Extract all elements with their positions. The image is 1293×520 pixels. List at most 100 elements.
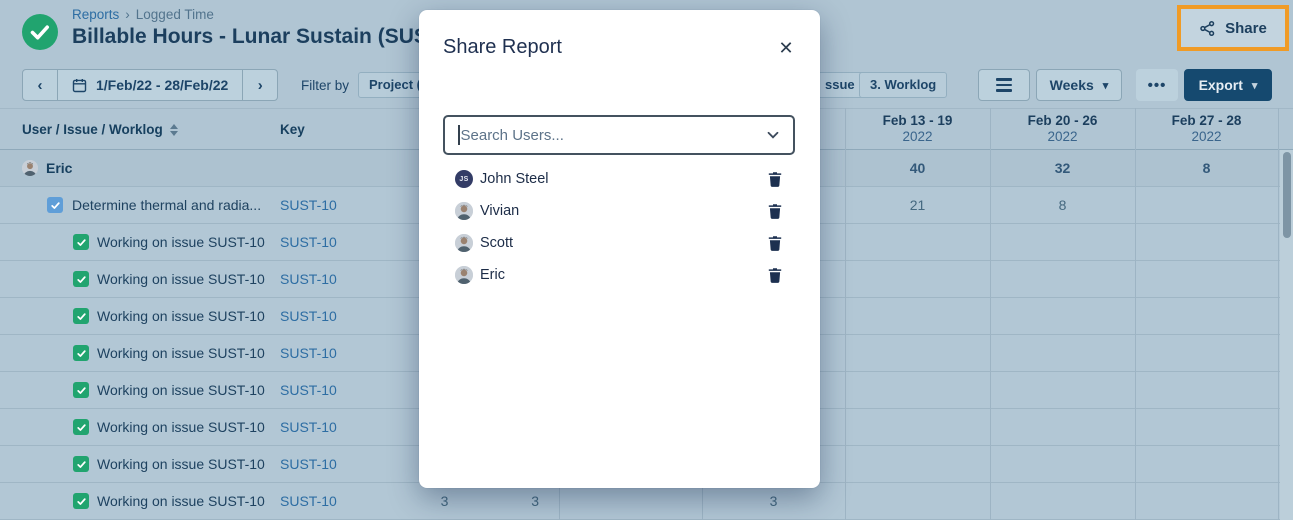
trash-icon[interactable]: [767, 235, 783, 251]
breadcrumb-reports-link[interactable]: Reports: [72, 7, 119, 22]
row-label: Eric: [46, 150, 72, 187]
breadcrumb: Reports › Logged Time: [72, 7, 214, 22]
report-logo-check-circle-icon: [22, 14, 58, 50]
worklog-check-icon: [73, 419, 89, 435]
issue-key-link[interactable]: SUST-10: [280, 409, 337, 446]
hours-cell[interactable]: 32: [990, 150, 1135, 187]
search-users-placeholder: Search Users...: [461, 127, 767, 144]
scrollbar-thumb[interactable]: [1283, 152, 1291, 238]
group-chip-worklog[interactable]: 3. Worklog: [859, 72, 947, 98]
shared-user-row: Eric: [419, 259, 820, 291]
group-chip-issue[interactable]: ssue: [814, 72, 866, 98]
close-icon[interactable]: ✕: [774, 36, 798, 60]
user-initials-avatar: JS: [455, 170, 473, 188]
hours-cell[interactable]: 3: [702, 483, 845, 520]
share-nodes-icon: [1199, 20, 1216, 37]
chevron-down-icon[interactable]: [766, 128, 780, 142]
next-period-button[interactable]: ›: [242, 69, 278, 101]
hours-cell[interactable]: 8: [990, 187, 1135, 224]
issue-key-link[interactable]: SUST-10: [280, 372, 337, 409]
share-button[interactable]: Share: [1181, 9, 1285, 47]
previous-period-button[interactable]: ‹: [22, 69, 58, 101]
user-name: Eric: [480, 267, 505, 283]
issue-key-link[interactable]: SUST-10: [280, 446, 337, 483]
column-header-week: Feb 27 - 282022: [1135, 113, 1278, 144]
row-label: Working on issue SUST-10: [97, 372, 265, 409]
page-title: Billable Hours - Lunar Sustain (SUST: [72, 25, 441, 49]
date-range-button[interactable]: 1/Feb/22 - 28/Feb/22: [57, 69, 243, 101]
user-name: Vivian: [480, 203, 519, 219]
week-year: 2022: [845, 129, 990, 144]
column-header-key: Key: [280, 122, 305, 137]
row-label: Working on issue SUST-10: [97, 224, 265, 261]
user-name: John Steel: [480, 171, 549, 187]
trash-icon[interactable]: [767, 267, 783, 283]
breadcrumb-current: Logged Time: [136, 7, 214, 22]
user-name: Scott: [480, 235, 513, 251]
row-label: Working on issue SUST-10: [97, 335, 265, 372]
hours-cell[interactable]: 3: [420, 483, 469, 520]
share-button-label: Share: [1225, 20, 1267, 37]
worklog-check-icon: [73, 308, 89, 324]
hours-cell[interactable]: 3: [469, 483, 559, 520]
shared-user-row: Vivian: [419, 195, 820, 227]
week-year: 2022: [1135, 129, 1278, 144]
ellipsis-icon: •••: [1148, 77, 1167, 94]
user-photo-avatar: [22, 160, 38, 176]
worklog-check-icon: [73, 271, 89, 287]
issue-key-link[interactable]: SUST-10: [280, 483, 337, 520]
logged-time-report-page: Reports › Logged Time Billable Hours - L…: [0, 0, 1293, 520]
more-options-button[interactable]: •••: [1136, 69, 1178, 101]
share-button-highlight: Share: [1177, 5, 1289, 51]
shared-user-row: JS John Steel: [419, 163, 820, 195]
worklog-check-icon: [73, 382, 89, 398]
row-label: Working on issue SUST-10: [97, 409, 265, 446]
chevron-down-icon: ▾: [1252, 79, 1258, 92]
issue-key-link[interactable]: SUST-10: [280, 261, 337, 298]
grid-line: [990, 108, 991, 520]
text-cursor: [458, 125, 460, 145]
user-photo-avatar: [455, 202, 473, 220]
hamburger-menu-icon: [996, 78, 1012, 91]
user-photo-avatar: [455, 234, 473, 252]
column-header-week: Feb 13 - 192022: [845, 113, 990, 144]
column-header-user-issue-worklog[interactable]: User / Issue / Worklog: [22, 122, 178, 137]
grid-line: [1135, 108, 1136, 520]
filter-by-label: Filter by: [301, 78, 349, 93]
user-photo-avatar: [455, 266, 473, 284]
date-range-control: ‹ 1/Feb/22 - 28/Feb/22 ›: [22, 69, 278, 101]
row-label: Determine thermal and radia...: [72, 187, 261, 224]
hours-cell[interactable]: 8: [1135, 150, 1278, 187]
grid-line: [845, 108, 846, 520]
table-row-worklog[interactable]: Working on issue SUST-10SUST-10333: [0, 483, 1293, 520]
week-range: Feb 27 - 28: [1135, 113, 1278, 128]
issue-type-check-icon: [47, 197, 63, 213]
worklog-check-icon: [73, 456, 89, 472]
hours-cell[interactable]: 21: [845, 187, 990, 224]
search-users-input[interactable]: Search Users...: [443, 115, 795, 155]
row-label: Working on issue SUST-10: [97, 446, 265, 483]
worklog-check-icon: [73, 234, 89, 250]
column-header-label: User / Issue / Worklog: [22, 122, 163, 137]
period-granularity-value: Weeks: [1050, 77, 1094, 93]
issue-key-link[interactable]: SUST-10: [280, 187, 337, 224]
share-report-modal: Share Report ✕ Search Users... JS John St…: [419, 10, 820, 488]
chevron-left-icon: ‹: [38, 77, 43, 94]
issue-key-link[interactable]: SUST-10: [280, 298, 337, 335]
export-button[interactable]: Export ▾: [1184, 69, 1272, 101]
week-year: 2022: [990, 129, 1135, 144]
trash-icon[interactable]: [767, 171, 783, 187]
week-range: Feb 13 - 19: [845, 113, 990, 128]
modal-title: Share Report: [443, 36, 562, 59]
trash-icon[interactable]: [767, 203, 783, 219]
issue-key-link[interactable]: SUST-10: [280, 335, 337, 372]
hours-cell[interactable]: 40: [845, 150, 990, 187]
worklog-check-icon: [73, 493, 89, 509]
row-label: Working on issue SUST-10: [97, 261, 265, 298]
calendar-icon: [72, 78, 87, 93]
row-label: Working on issue SUST-10: [97, 483, 265, 520]
row-label: Working on issue SUST-10: [97, 298, 265, 335]
issue-key-link[interactable]: SUST-10: [280, 224, 337, 261]
period-granularity-dropdown[interactable]: Weeks ▾: [1036, 69, 1122, 101]
group-by-menu-button[interactable]: [978, 69, 1030, 101]
